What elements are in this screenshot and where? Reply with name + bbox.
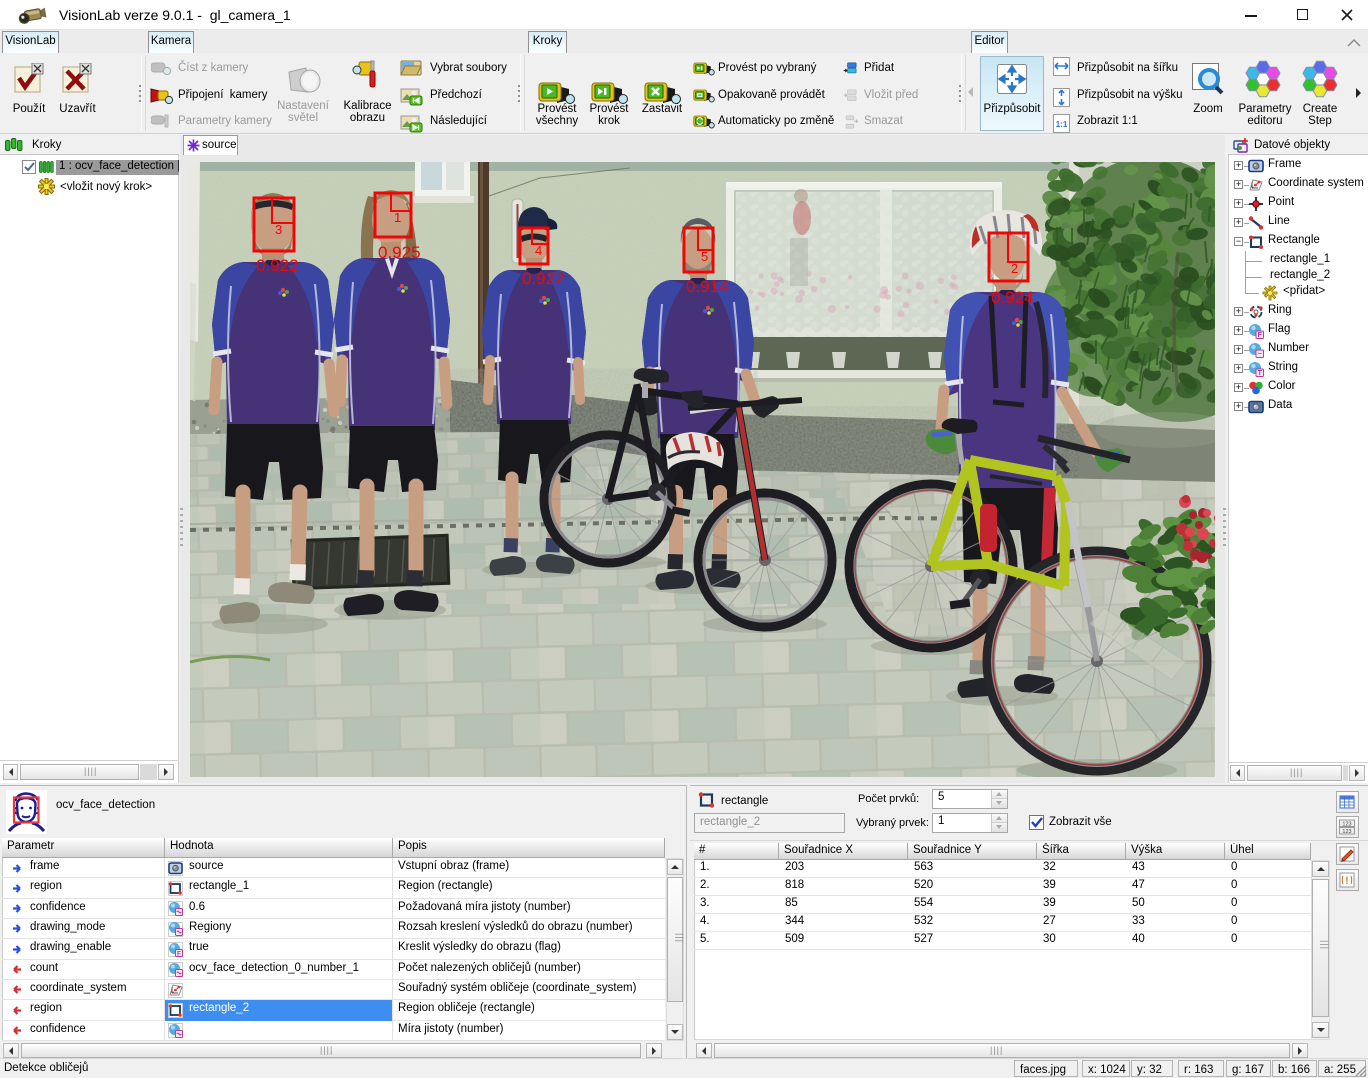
svg-text:0.914: 0.914 [686, 277, 729, 296]
svg-text:2: 2 [1011, 261, 1018, 276]
svg-text:0.925: 0.925 [378, 243, 421, 262]
svg-text:!: ! [1345, 875, 1349, 887]
svg-text:123: 123 [1342, 822, 1351, 828]
svg-text:T: T [1258, 370, 1263, 377]
svg-text:~: ~ [1258, 351, 1262, 358]
svg-text:0.922: 0.922 [256, 256, 299, 275]
svg-text:5: 5 [701, 249, 708, 264]
svg-text:1: 1 [394, 210, 401, 225]
svg-text:4: 4 [535, 243, 542, 258]
svg-text:3: 3 [275, 222, 282, 237]
svg-text:123: 123 [1342, 829, 1351, 835]
svg-text:1:1: 1:1 [1056, 120, 1068, 129]
svg-text:F: F [177, 950, 181, 957]
svg-text:0.924: 0.924 [991, 288, 1034, 307]
svg-text:0.922: 0.922 [522, 269, 565, 288]
svg-text:F: F [1258, 332, 1263, 339]
